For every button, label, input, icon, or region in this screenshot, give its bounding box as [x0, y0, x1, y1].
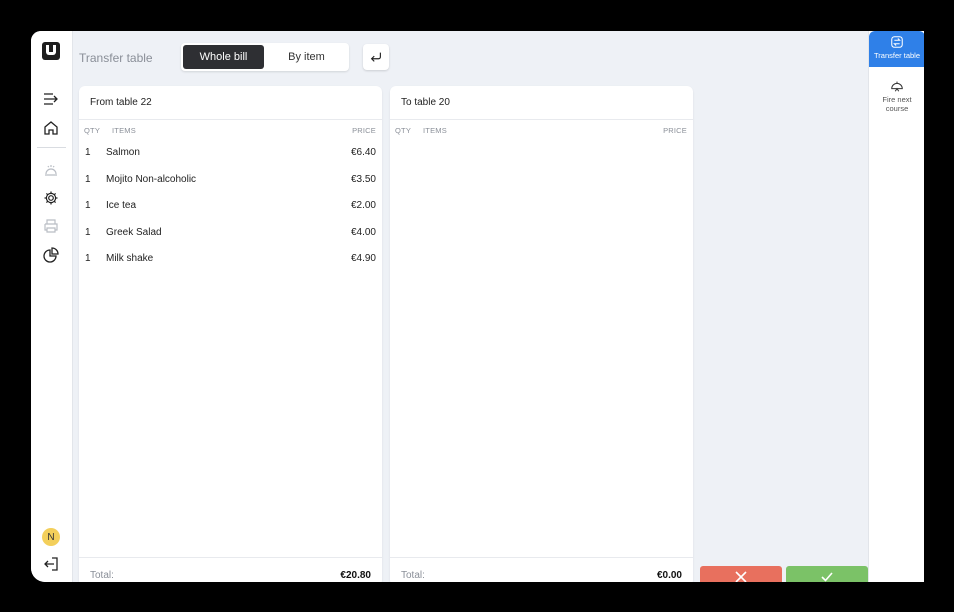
item-qty: 1 [85, 174, 91, 185]
table-row[interactable]: 1 Greek Salad €4.00 [79, 221, 382, 247]
fire-course-label: course [885, 104, 909, 113]
undo-icon [370, 52, 381, 62]
panel-title: To table 20 [401, 97, 450, 108]
app-screen: N Transfer table Whole bill By item From… [31, 31, 924, 582]
total-label: Total: [90, 570, 114, 581]
divider [79, 119, 382, 120]
item-price: €4.90 [350, 253, 376, 264]
item-qty: 1 [85, 200, 91, 211]
transfer-table-action[interactable]: Transfer table [869, 31, 924, 67]
item-qty: 1 [85, 227, 91, 238]
item-name: Mojito Non-alcoholic [106, 174, 197, 185]
logo-icon[interactable] [42, 42, 60, 60]
item-name: Salmon [106, 147, 140, 158]
divider [79, 557, 382, 558]
table-row[interactable]: 1 Mojito Non-alcoholic €3.50 [79, 168, 382, 194]
transfer-table-icon [891, 36, 903, 48]
item-name: Milk shake [106, 253, 154, 264]
column-header-price: PRICE [352, 126, 376, 135]
item-price: €3.50 [350, 174, 376, 185]
table-row[interactable]: 1 Milk shake €4.90 [79, 247, 382, 273]
page-title: Transfer table [79, 51, 153, 65]
total-label: Total: [401, 570, 425, 581]
left-sidebar: N [31, 31, 73, 582]
column-header-items: ITEMS [112, 126, 136, 135]
to-table-panel: To table 20 QTY ITEMS PRICE Total: €0.00 [390, 86, 693, 582]
divider [390, 119, 693, 120]
printer-icon[interactable] [39, 214, 63, 238]
device-frame: N Transfer table Whole bill By item From… [0, 0, 954, 612]
fire-course-icon [891, 81, 903, 92]
item-qty: 1 [85, 253, 91, 264]
confirm-button[interactable] [786, 566, 868, 582]
table-row[interactable]: 1 Salmon €6.40 [79, 141, 382, 167]
item-price: €2.00 [350, 200, 376, 211]
close-icon [735, 571, 747, 582]
logout-icon[interactable] [39, 552, 63, 576]
item-name: Greek Salad [106, 227, 162, 238]
by-item-button[interactable]: By item [266, 45, 347, 69]
column-header-qty: QTY [84, 126, 101, 135]
fire-next-label: Fire next [882, 95, 912, 104]
total-value: €20.80 [340, 570, 371, 581]
home-icon[interactable] [39, 116, 63, 140]
reports-pie-icon[interactable] [39, 243, 63, 267]
sidebar-divider [37, 147, 66, 148]
transfer-table-label: Transfer table [874, 51, 920, 60]
transfer-mode-toggle: Whole bill By item [181, 43, 349, 71]
gear-icon[interactable] [39, 186, 63, 210]
item-price: €4.00 [350, 227, 376, 238]
item-name: Ice tea [106, 200, 137, 211]
check-icon [821, 572, 833, 582]
service-bell-icon[interactable] [39, 158, 63, 182]
column-header-qty: QTY [395, 126, 412, 135]
table-row[interactable]: 1 Ice tea €2.00 [79, 194, 382, 220]
cancel-button[interactable] [700, 566, 782, 582]
from-table-panel: From table 22 QTY ITEMS PRICE 1 Salmon €… [79, 86, 382, 582]
total-value: €0.00 [656, 570, 682, 581]
column-header-price: PRICE [663, 126, 687, 135]
item-price: €6.40 [350, 147, 376, 158]
divider [390, 557, 693, 558]
panel-title: From table 22 [90, 97, 152, 108]
fire-next-course-action[interactable]: Fire next course [869, 75, 924, 115]
undo-button[interactable] [363, 44, 389, 70]
item-qty: 1 [85, 147, 91, 158]
collapse-menu-icon[interactable] [39, 87, 63, 111]
avatar[interactable]: N [42, 528, 60, 546]
column-header-items: ITEMS [423, 126, 447, 135]
whole-bill-button[interactable]: Whole bill [183, 45, 264, 69]
right-sidebar: Transfer table Fire next course [868, 31, 924, 582]
